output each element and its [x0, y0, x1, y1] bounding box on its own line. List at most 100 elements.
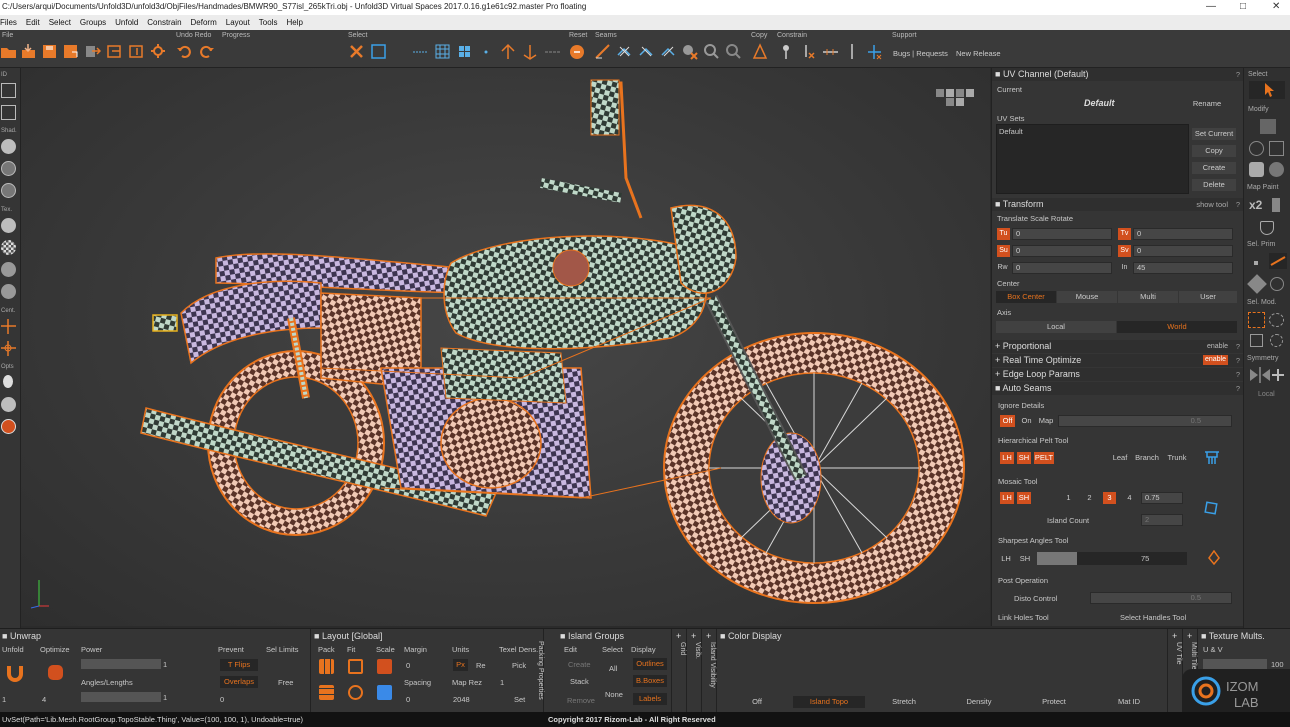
pack-islands-button[interactable] — [319, 685, 334, 700]
proportional-enable-toggle[interactable]: enable — [1207, 340, 1228, 353]
redo-icon[interactable] — [198, 43, 215, 60]
ig-outlines-button[interactable]: Outlines — [633, 658, 667, 670]
texture-mult-slider[interactable] — [1203, 659, 1267, 669]
texel-pick-button[interactable]: Pick — [512, 661, 526, 670]
sv-field[interactable]: 0 — [1133, 245, 1233, 257]
undo-icon[interactable] — [176, 43, 193, 60]
uv-set-item[interactable]: Default — [999, 127, 1023, 136]
sel-limit-value[interactable]: 0 — [220, 695, 224, 704]
shrink-selection-icon[interactable] — [522, 43, 539, 60]
rename-button[interactable]: Rename — [1182, 98, 1232, 110]
ig-create-button[interactable]: Create — [568, 660, 591, 669]
sharp-angles-icon[interactable] — [1208, 550, 1220, 565]
id-view-icon[interactable] — [1, 83, 16, 98]
save-as-icon[interactable] — [62, 43, 79, 60]
ignore-off-button[interactable]: Off — [1000, 415, 1015, 427]
color-protect-button[interactable]: Protect — [1018, 696, 1090, 708]
texture-mults-header[interactable]: ■ Texture Mults. — [1201, 631, 1265, 641]
angles-slider[interactable] — [81, 692, 161, 702]
seam-search-icon[interactable] — [725, 43, 742, 60]
realtime-optimize-enable-toggle[interactable]: enable — [1202, 355, 1228, 365]
ig-remove-button[interactable]: Remove — [567, 696, 595, 705]
mosaic-value-field[interactable]: 0.75 — [1141, 492, 1183, 504]
island-visibility-header-icon[interactable]: + — [706, 631, 711, 641]
align-horizontal-icon[interactable] — [822, 43, 839, 60]
menu-tools[interactable]: Tools — [259, 18, 278, 27]
pin-icon[interactable] — [778, 43, 795, 60]
auto-seams-header[interactable]: ■ Auto Seams? — [992, 382, 1243, 395]
scale-button[interactable] — [377, 659, 392, 674]
copy-pattern-icon[interactable] — [752, 43, 769, 60]
sharpest-angle-slider[interactable]: 75 — [1037, 552, 1187, 565]
unfold-button[interactable] — [6, 664, 24, 682]
multi-center-button[interactable]: Multi — [1118, 291, 1178, 303]
menu-deform[interactable]: Deform — [191, 18, 217, 27]
leaf-button[interactable]: Leaf — [1110, 452, 1130, 464]
menu-groups[interactable]: Groups — [80, 18, 106, 27]
save-uv-icon[interactable] — [128, 43, 145, 60]
new-release-link[interactable]: New Release — [956, 49, 1001, 58]
margin-value[interactable]: 0 — [406, 661, 410, 670]
light-bulb-icon[interactable] — [3, 375, 13, 388]
tv-field[interactable]: 0 — [1133, 228, 1233, 240]
paint-select-icon[interactable] — [1250, 334, 1263, 347]
units-re-button[interactable]: Re — [476, 661, 486, 670]
cut-seam-icon[interactable] — [594, 43, 611, 60]
open-folder-icon[interactable] — [0, 43, 17, 60]
vertex-select-icon[interactable] — [1254, 261, 1258, 265]
box-center-button[interactable]: Box Center — [996, 291, 1056, 303]
color-display-header[interactable]: ■ Color Display — [720, 631, 781, 641]
trunk-button[interactable]: Trunk — [1164, 452, 1190, 464]
texture-off-icon[interactable] — [1, 218, 16, 233]
set-current-button[interactable]: Set Current — [1192, 128, 1236, 140]
grid-tab[interactable]: Grid — [679, 642, 686, 655]
ig-select-none-button[interactable]: None — [605, 690, 623, 699]
uv-channel-header[interactable]: ■ UV Channel (Default)? — [992, 68, 1243, 81]
magnet-alt-icon[interactable] — [1269, 162, 1284, 177]
texel-density-value[interactable]: 1 — [500, 678, 504, 687]
branch-button[interactable]: Branch — [1132, 452, 1162, 464]
texture-grid-icon[interactable] — [1, 262, 16, 277]
scale-islands-button[interactable] — [377, 685, 392, 700]
symmetry-icon[interactable] — [1248, 367, 1286, 383]
show-tool-toggle[interactable]: show tool — [1196, 198, 1228, 211]
reset-icon[interactable] — [569, 43, 586, 60]
sphere-map-icon[interactable] — [1249, 141, 1264, 156]
3d-viewport[interactable] — [21, 68, 990, 626]
pack-button[interactable] — [319, 659, 334, 674]
minimize-icon[interactable]: — — [1206, 0, 1216, 13]
power-value[interactable]: 1 — [163, 660, 167, 669]
su-field[interactable]: 0 — [1012, 245, 1112, 257]
transform-header[interactable]: ■ Transform show tool? — [992, 198, 1243, 211]
visib-tab[interactable]: Visib. — [694, 642, 701, 659]
menu-constrain[interactable]: Constrain — [147, 18, 181, 27]
edge-select-button[interactable] — [1269, 253, 1287, 269]
center-selection-icon[interactable] — [1, 319, 16, 334]
grow-selection-icon[interactable] — [500, 43, 517, 60]
sv-button[interactable]: Sv — [1118, 245, 1131, 257]
island-select-icon[interactable] — [1270, 277, 1284, 291]
select-tool-button[interactable] — [1249, 81, 1285, 99]
save-icon[interactable] — [41, 43, 58, 60]
layout-header[interactable]: ■ Layout [Global] — [314, 631, 382, 641]
select-point-icon[interactable] — [478, 43, 495, 60]
local-axis-button[interactable]: Local — [996, 321, 1116, 333]
unfold-iterations[interactable]: 1 — [2, 695, 6, 704]
select-grid-icon[interactable] — [434, 43, 451, 60]
ignore-on-button[interactable]: On — [1019, 415, 1034, 427]
free-button[interactable]: Free — [278, 678, 293, 687]
fit-button[interactable] — [348, 659, 363, 674]
menu-edit[interactable]: Edit — [26, 18, 40, 27]
export-icon[interactable] — [84, 43, 101, 60]
user-center-button[interactable]: User — [1179, 291, 1237, 303]
uv-tile-header-icon[interactable]: + — [1172, 631, 1177, 641]
color-density-button[interactable]: Density — [943, 696, 1015, 708]
select-handles-label[interactable]: Select Handles Tool — [1120, 613, 1186, 622]
seam-edges-icon[interactable] — [638, 43, 655, 60]
t-flips-button[interactable]: T Flips — [220, 659, 258, 671]
center-all-icon[interactable] — [1, 341, 16, 356]
link-holes-label[interactable]: Link Holes Tool — [998, 613, 1049, 622]
mosaic-icon[interactable] — [1204, 501, 1218, 515]
uv-sets-list[interactable]: Default — [996, 124, 1189, 194]
multi-tile-tab[interactable]: Multi Tile — [1190, 642, 1197, 670]
